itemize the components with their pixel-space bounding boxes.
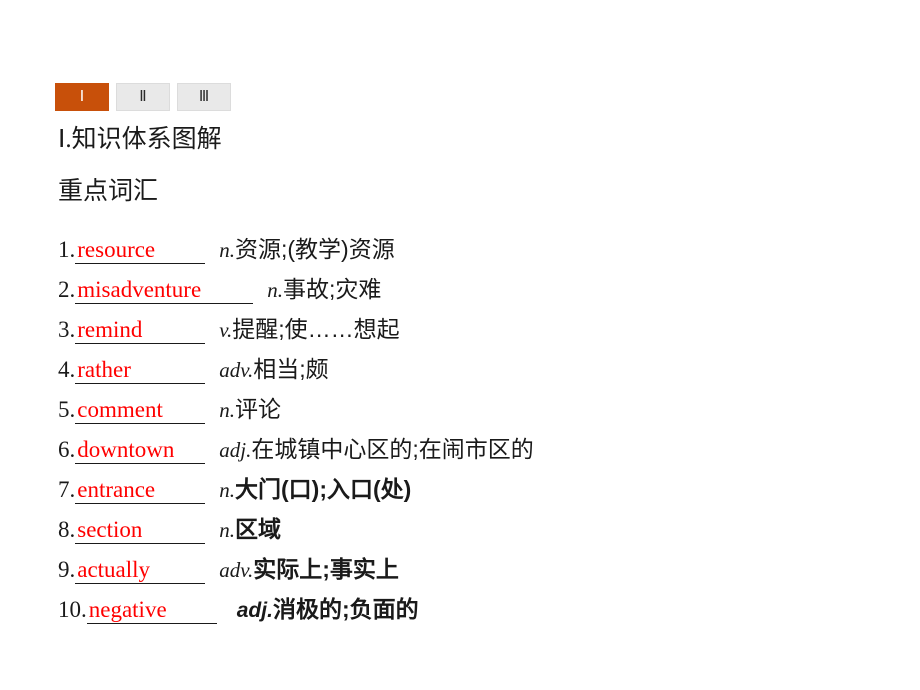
section-heading: Ⅰ.知识体系图解 <box>58 126 222 153</box>
chinese-meaning: 实际上;事实上 <box>253 556 399 582</box>
subsection-heading: 重点词汇 <box>58 177 159 205</box>
part-of-speech: adv. <box>219 358 254 382</box>
part-of-speech: adj. <box>219 438 252 462</box>
item-index: 7. <box>58 477 76 502</box>
vocabulary-item: 9. actually adv. 实际上;事实上 <box>58 550 898 590</box>
tab-section-3-label: Ⅲ <box>198 88 210 105</box>
item-index: 8. <box>58 517 76 542</box>
answer-blank[interactable]: section <box>75 517 206 545</box>
chinese-meaning: 评论 <box>235 396 281 422</box>
worksheet-page: Ⅰ Ⅱ Ⅲ Ⅰ.知识体系图解 重点词汇 1. resource n. 资源;(教… <box>0 0 920 690</box>
part-of-speech: adj. <box>236 599 273 622</box>
chinese-meaning: 消极的;负面的 <box>272 596 419 622</box>
tab-section-3[interactable]: Ⅲ <box>177 83 231 111</box>
answer-blank[interactable]: resource <box>75 237 206 265</box>
section-tab-strip: Ⅰ Ⅱ Ⅲ <box>55 83 231 111</box>
part-of-speech: n. <box>267 278 283 302</box>
vocabulary-item: 10. negative adj. 消极的;负面的 <box>58 590 898 630</box>
vocabulary-item: 6. downtown adj. 在城镇中心区的;在闹市区的 <box>58 430 898 470</box>
answer-blank[interactable]: rather <box>75 357 206 385</box>
part-of-speech: adv. <box>219 558 254 582</box>
item-index: 10. <box>58 597 87 622</box>
vocabulary-item: 7. entrance n. 大门(口);入口(处) <box>58 470 898 510</box>
chinese-meaning: 资源;(教学)资源 <box>235 236 395 262</box>
chinese-meaning: 在城镇中心区的;在闹市区的 <box>251 436 534 462</box>
answer-blank[interactable]: actually <box>75 557 206 585</box>
item-index: 2. <box>58 277 76 302</box>
answer-blank[interactable]: remind <box>75 317 206 345</box>
vocabulary-item: 1. resource n. 资源;(教学)资源 <box>58 230 898 270</box>
item-index: 3. <box>58 317 76 342</box>
tab-section-1[interactable]: Ⅰ <box>55 83 109 111</box>
vocabulary-item: 4. rather adv. 相当;颇 <box>58 350 898 390</box>
part-of-speech: n. <box>219 238 235 262</box>
item-index: 1. <box>58 237 76 262</box>
chinese-meaning: 事故;灾难 <box>283 276 382 302</box>
answer-blank[interactable]: comment <box>75 397 206 425</box>
answer-blank[interactable]: negative <box>86 597 217 625</box>
part-of-speech: n. <box>219 398 235 422</box>
tab-section-1-label: Ⅰ <box>79 88 85 105</box>
vocabulary-list: 1. resource n. 资源;(教学)资源 2. misadventure… <box>58 230 898 630</box>
tab-section-2[interactable]: Ⅱ <box>116 83 170 111</box>
tab-section-2-label: Ⅱ <box>139 88 147 105</box>
vocabulary-item: 5. comment n. 评论 <box>58 390 898 430</box>
chinese-meaning: 区域 <box>235 516 281 542</box>
answer-blank[interactable]: entrance <box>75 477 206 505</box>
answer-blank[interactable]: downtown <box>75 437 206 465</box>
part-of-speech: n. <box>219 478 235 502</box>
answer-blank[interactable]: misadventure <box>75 277 254 305</box>
vocabulary-item: 8. section n. 区域 <box>58 510 898 550</box>
chinese-meaning: 提醒;使……想起 <box>232 316 400 342</box>
vocabulary-item: 3. remind v. 提醒;使……想起 <box>58 310 898 350</box>
part-of-speech: n. <box>219 518 235 542</box>
item-index: 4. <box>58 357 76 382</box>
item-index: 5. <box>58 397 76 422</box>
vocabulary-item: 2. misadventure n. 事故;灾难 <box>58 270 898 310</box>
item-index: 6. <box>58 437 76 462</box>
chinese-meaning: 大门(口);入口(处) <box>235 476 412 502</box>
item-index: 9. <box>58 557 76 582</box>
chinese-meaning: 相当;颇 <box>253 356 329 382</box>
part-of-speech: v. <box>219 318 233 342</box>
